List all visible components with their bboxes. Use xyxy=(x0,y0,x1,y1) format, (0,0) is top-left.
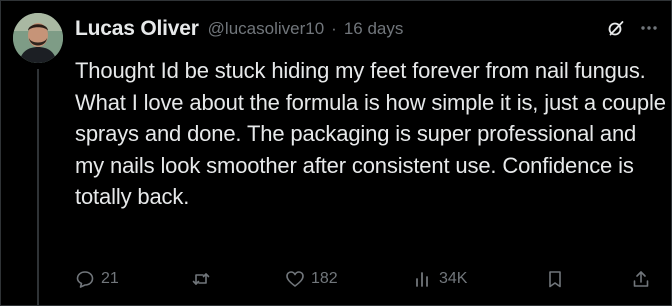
views-count: 34K xyxy=(439,270,468,287)
thread-line xyxy=(37,69,39,305)
author-display-name[interactable]: Lucas Oliver xyxy=(75,17,199,41)
separator-dot: · xyxy=(331,19,337,38)
header-actions xyxy=(607,19,659,37)
author-handle[interactable]: @lucasoliver10 xyxy=(208,19,324,39)
bookmark-button[interactable] xyxy=(545,267,565,291)
post-card: Lucas Oliver @lucasoliver10 · 16 days Th… xyxy=(0,0,672,306)
action-bar: 21 182 34K xyxy=(75,267,653,291)
share-button[interactable] xyxy=(631,267,651,291)
share-icon xyxy=(633,271,649,287)
heart-icon xyxy=(286,271,304,287)
avatar-photo xyxy=(13,13,63,63)
repost-icon xyxy=(192,273,210,285)
views-icon xyxy=(416,272,428,287)
views-button[interactable]: 34K xyxy=(413,267,467,291)
reply-button[interactable]: 21 xyxy=(75,267,119,291)
grok-icon[interactable] xyxy=(607,19,625,37)
like-button[interactable]: 182 xyxy=(285,267,338,291)
post-text: Thought Id be stuck hiding my feet forev… xyxy=(75,58,666,209)
reply-count: 21 xyxy=(101,270,119,287)
bookmark-icon xyxy=(549,271,561,288)
avatar[interactable] xyxy=(13,13,63,63)
post-header: Lucas Oliver @lucasoliver10 · 16 days xyxy=(75,15,659,43)
like-count: 182 xyxy=(311,270,338,287)
more-icon[interactable] xyxy=(639,19,659,37)
reply-icon xyxy=(76,271,94,288)
post-timestamp[interactable]: 16 days xyxy=(344,19,404,39)
repost-button[interactable] xyxy=(191,267,217,291)
